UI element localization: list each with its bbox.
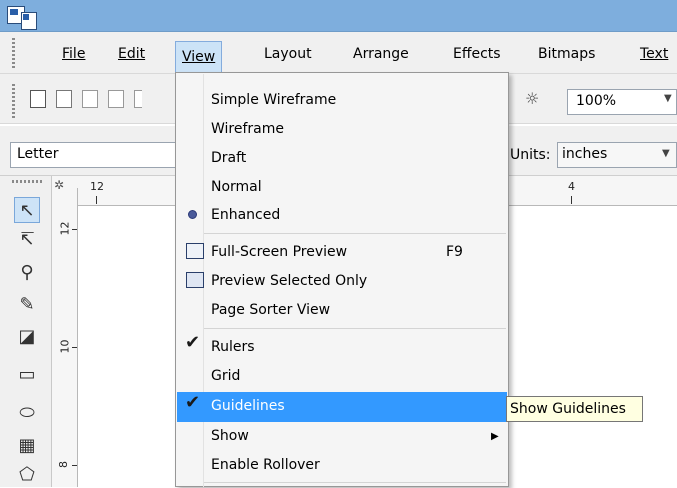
ruler-tick	[72, 465, 77, 466]
menu-item-shortcut: F9	[446, 244, 463, 260]
menu-label: Arrange	[353, 46, 409, 62]
new-icon[interactable]	[30, 90, 46, 108]
radio-dot-icon	[188, 210, 197, 219]
shape-tool-icon[interactable]: ↸	[14, 227, 40, 253]
cut-icon[interactable]	[134, 90, 142, 108]
print-icon[interactable]	[108, 90, 124, 108]
toolbox-grip-icon[interactable]	[12, 180, 42, 183]
menu-label: Text	[640, 46, 669, 62]
table-tool-icon[interactable]: ▦	[14, 433, 40, 459]
menu-item-label: Enable Rollover	[211, 457, 320, 473]
units-label: Units:	[510, 147, 551, 163]
menu-item-label: Simple Wireframe	[211, 92, 337, 108]
menu-separator	[204, 482, 506, 483]
menu-label: Edit	[118, 46, 146, 62]
ruler-tick	[96, 196, 97, 204]
polygon-tool-icon[interactable]: ⬠	[14, 462, 40, 488]
ruler-label: 8	[57, 461, 70, 468]
tooltip-text: Show Guidelines	[510, 401, 626, 417]
menu-item-label: Full-Screen Preview	[211, 244, 348, 260]
title-bar	[0, 0, 677, 32]
menu-file[interactable]: File	[56, 44, 91, 64]
checkmark-icon: ✔	[185, 332, 201, 353]
ruler-label: 10	[58, 339, 72, 354]
menu-label: Bitmaps	[538, 46, 596, 62]
menu-item-label: Show	[211, 428, 249, 444]
chevron-down-icon[interactable]: ▼	[662, 148, 670, 159]
menu-separator	[204, 328, 506, 329]
menubar-grip-icon[interactable]	[12, 38, 15, 70]
ruler-label: 12	[90, 180, 104, 193]
zoom-level-value: 100%	[576, 93, 617, 109]
menu-item-label: Page Sorter View	[211, 302, 331, 318]
menu-item-label: Enhanced	[211, 207, 281, 223]
pick-tool-icon[interactable]: ↖	[14, 197, 40, 223]
open-icon[interactable]	[56, 90, 72, 108]
menu-label: Layout	[264, 46, 312, 62]
menu-view[interactable]: View	[175, 41, 223, 73]
menu-item-label: Guidelines	[211, 398, 285, 414]
ruler-tick	[571, 196, 572, 204]
menu-label: File	[62, 46, 86, 62]
checkmark-icon: ✔	[185, 392, 201, 413]
zoom-tool-icon[interactable]: ⚲	[14, 260, 40, 286]
ruler-label: 4	[568, 180, 575, 193]
menu-label: View	[182, 49, 216, 65]
preview-selected-icon	[186, 272, 204, 288]
zoom-level-combo[interactable]: 100%	[567, 89, 677, 115]
ellipse-tool-icon[interactable]: ⬭	[14, 400, 40, 426]
document-icon[interactable]	[21, 12, 37, 30]
chevron-down-icon[interactable]: ▼	[664, 93, 672, 104]
ruler-label: 12	[58, 221, 72, 236]
menu-bitmaps[interactable]: Bitmaps	[532, 44, 601, 64]
menu-item-label: Draft	[211, 150, 247, 166]
ruler-tick	[72, 347, 77, 348]
menu-arrange[interactable]: Arrange	[347, 44, 415, 64]
smart-fill-icon[interactable]: ◪	[14, 324, 40, 350]
menu-label: Effects	[453, 46, 501, 62]
ruler-origin-icon[interactable]: ✲	[54, 178, 64, 192]
units-combo[interactable]: inches	[557, 142, 677, 168]
monitor-icon	[186, 243, 204, 259]
menu-item-label: Wireframe	[211, 121, 285, 137]
rectangle-tool-icon[interactable]: ▭	[14, 362, 40, 388]
menu-edit[interactable]: Edit	[112, 44, 151, 64]
zoom-tool-icon[interactable]: ☼	[525, 89, 539, 108]
menu-layout[interactable]: Layout	[258, 44, 318, 64]
submenu-arrow-icon: ▶	[491, 431, 499, 442]
toolbar-grip-icon[interactable]	[12, 84, 15, 118]
menu-effects[interactable]: Effects	[447, 44, 507, 64]
menu-text[interactable]: Text	[634, 44, 674, 64]
menu-item-label: Grid	[211, 368, 241, 384]
ruler-tick	[72, 229, 77, 230]
menu-item-label: Preview Selected Only	[211, 273, 368, 289]
menu-item-label: Normal	[211, 179, 262, 195]
menu-separator	[204, 233, 506, 234]
menu-item-label: Rulers	[211, 339, 255, 355]
tooltip: Show Guidelines	[506, 396, 643, 422]
units-value: inches	[562, 146, 608, 162]
freehand-tool-icon[interactable]: ✎	[14, 292, 40, 318]
save-icon[interactable]	[82, 90, 98, 108]
paper-size-value: Letter	[17, 146, 59, 162]
